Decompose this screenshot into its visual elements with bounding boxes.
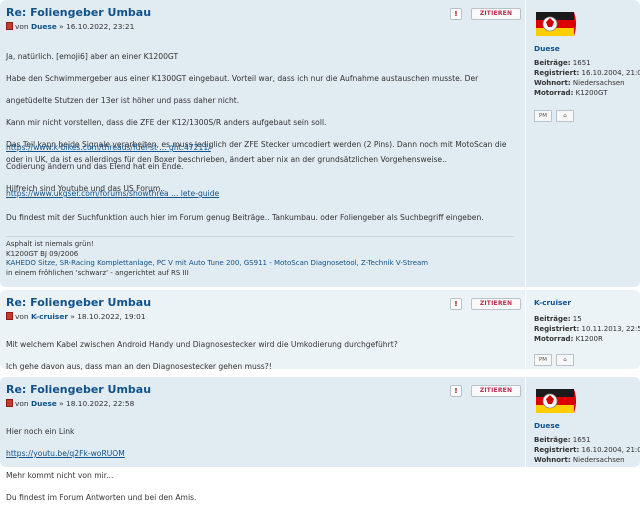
signature-line: Asphalt ist niemals grün!: [6, 240, 514, 250]
post-profile: K-cruiser Beiträge: 15 Registriert: 10.1…: [525, 290, 637, 369]
profile-username[interactable]: Duese: [534, 44, 560, 53]
stat-value[interactable]: 1651: [573, 436, 591, 444]
stat-value[interactable]: 1651: [573, 59, 591, 67]
stat-label: Beiträge:: [534, 315, 571, 323]
report-button[interactable]: !: [450, 385, 462, 397]
stat-label: Motorrad:: [534, 335, 573, 343]
stat-value: 16.10.2004, 21:09: [582, 446, 640, 454]
stat-value: K1200GT: [576, 89, 608, 97]
post-profile: Duese Beiträge: 1651 Registriert: 16.10.…: [525, 0, 637, 287]
post-3: Re: Foliengeber Umbau von Duese » 18.10.…: [0, 377, 640, 467]
stat-value: Niedersachsen: [573, 456, 625, 464]
website-icon[interactable]: ⌂: [556, 354, 574, 366]
profile-stats: Beiträge: 1651 Registriert: 16.10.2004, …: [534, 435, 640, 465]
stat-label: Beiträge:: [534, 436, 571, 444]
report-button[interactable]: !: [450, 8, 462, 20]
quote-button[interactable]: ZITIEREN: [471, 8, 521, 20]
external-link[interactable]: https://youtu.be/q2Fk-woRUOM: [6, 449, 125, 458]
post-author-line: von Duese » 16.10.2022, 23:21: [6, 22, 134, 31]
post-author-line: von K-cruiser » 18.10.2022, 19:01: [6, 312, 146, 321]
stat-label: Motorrad:: [534, 89, 573, 97]
stat-value: 16.10.2004, 21:09: [582, 69, 640, 77]
author-link[interactable]: Duese: [31, 399, 57, 408]
profile-stats: Beiträge: 15 Registriert: 10.11.2013, 22…: [534, 314, 640, 344]
post-1: Re: Foliengeber Umbau von Duese » 16.10.…: [0, 0, 640, 287]
quote-button[interactable]: ZITIEREN: [471, 298, 521, 310]
signature-line: K1200GT BJ 09/2006: [6, 250, 514, 260]
content-paragraph: oder in UK, da ist es allerdings für den…: [6, 154, 447, 165]
author-link[interactable]: K-cruiser: [31, 312, 68, 321]
content-line: angetüdelte Stutzen der 13er ist höher u…: [6, 95, 507, 106]
author-prefix: von: [15, 312, 29, 321]
stat-label: Registriert:: [534, 325, 579, 333]
stat-label: Registriert:: [534, 69, 579, 77]
post-2: Re: Foliengeber Umbau von K-cruiser » 18…: [0, 290, 640, 369]
pm-icon[interactable]: PM: [534, 110, 552, 122]
author-prefix: von: [15, 22, 29, 31]
external-link[interactable]: https://www.k-bikes.com/threads/fuel-st …: [6, 143, 211, 152]
stat-label: Wohnort:: [534, 456, 571, 464]
stat-label: Wohnort:: [534, 79, 571, 87]
signature-line: KAHEDO Sitze, SR-Racing Komplettanlage, …: [6, 259, 514, 269]
website-icon[interactable]: ⌂: [556, 110, 574, 122]
content-line: Hier noch ein Link: [6, 426, 196, 437]
avatar[interactable]: [534, 4, 580, 44]
post-content: Mit welchem Kabel zwischen Android Handy…: [6, 328, 398, 383]
post-title[interactable]: Re: Foliengeber Umbau: [6, 296, 151, 309]
author-prefix: von: [15, 399, 29, 408]
quote-button[interactable]: ZITIEREN: [471, 385, 521, 397]
post-title[interactable]: Re: Foliengeber Umbau: [6, 6, 151, 19]
post-icon[interactable]: [6, 22, 13, 30]
profile-stats: Beiträge: 1651 Registriert: 16.10.2004, …: [534, 58, 640, 98]
content-paragraph: Du findest mit der Suchfunktion auch hie…: [6, 212, 484, 223]
stat-value[interactable]: 15: [573, 315, 582, 323]
post-icon[interactable]: [6, 312, 13, 320]
report-button[interactable]: !: [450, 298, 462, 310]
stat-value: K1200R: [576, 335, 603, 343]
content-line: Habe den Schwimmergeber aus einer K1300G…: [6, 73, 507, 84]
post-date: » 18.10.2022, 22:58: [59, 399, 134, 408]
post-icon[interactable]: [6, 399, 13, 407]
stat-label: Beiträge:: [534, 59, 571, 67]
stat-label: Registriert:: [534, 446, 579, 454]
content-line: Du findest im Forum Antworten und bei de…: [6, 492, 196, 503]
author-link[interactable]: Duese: [31, 22, 57, 31]
external-link[interactable]: https://www.ukgser.com/forums/showthrea …: [6, 189, 219, 198]
signature: Asphalt ist niemals grün! K1200GT BJ 09/…: [6, 236, 514, 278]
content-line: Ich gehe davon aus, dass man an den Diag…: [6, 361, 398, 372]
content-line: Ja, natürlich. [emoji6] aber an einer K1…: [6, 51, 507, 62]
post-date: » 18.10.2022, 19:01: [70, 312, 145, 321]
post-profile: Duese Beiträge: 1651 Registriert: 16.10.…: [525, 377, 637, 467]
profile-username[interactable]: Duese: [534, 421, 560, 430]
contact-icons: PM ⌂: [534, 346, 578, 366]
link-row: https://www.ukgser.com/forums/showthrea …: [6, 177, 219, 199]
stat-value: 10.11.2013, 22:55: [582, 325, 640, 333]
signature-line: in einem fröhlichen 'schwarz' - angerich…: [6, 269, 514, 279]
link-row: https://www.k-bikes.com/threads/fuel-st …: [6, 131, 211, 153]
content-line: Mit welchem Kabel zwischen Android Handy…: [6, 339, 398, 350]
stat-value: Niedersachsen: [573, 79, 625, 87]
contact-icons: PM ⌂: [534, 102, 578, 122]
avatar[interactable]: [534, 381, 580, 421]
post-date: » 16.10.2022, 23:21: [59, 22, 134, 31]
pm-icon[interactable]: PM: [534, 354, 552, 366]
content-line: Mehr kommt nicht von mir...: [6, 470, 196, 481]
post-title[interactable]: Re: Foliengeber Umbau: [6, 383, 151, 396]
post-author-line: von Duese » 18.10.2022, 22:58: [6, 399, 134, 408]
profile-username[interactable]: K-cruiser: [534, 298, 571, 307]
content-line: Kann mir nicht vorstellen, dass die ZFE …: [6, 117, 507, 128]
post-content: Hier noch ein Link https://youtu.be/q2Fk…: [6, 415, 196, 514]
